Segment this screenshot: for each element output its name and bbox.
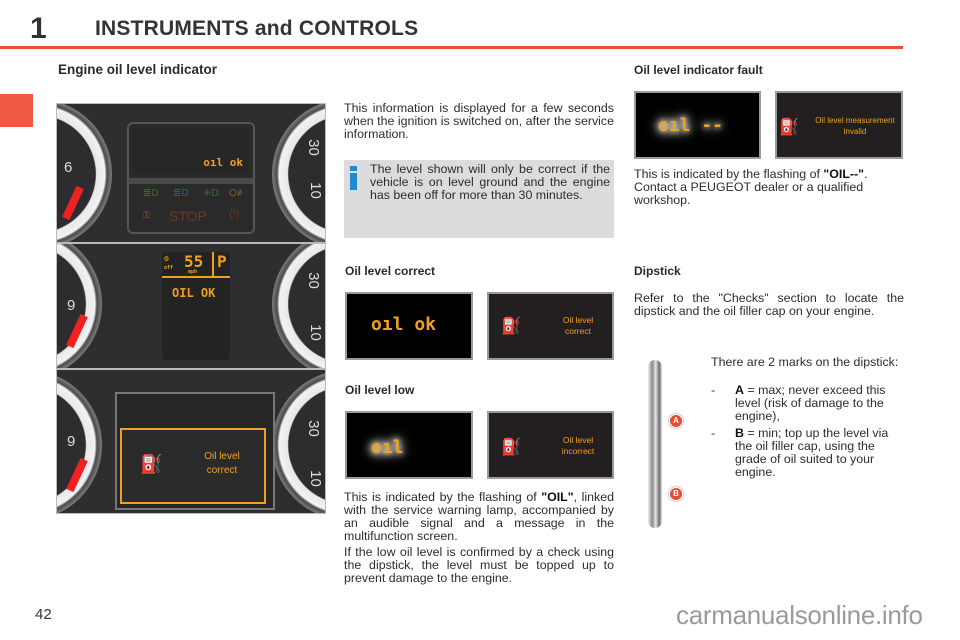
mark-label: A <box>735 383 744 397</box>
high-beam-icon: ≣D <box>173 188 189 199</box>
seatbelt-icon: ⚿ <box>143 210 150 220</box>
rear-fog-icon: O≢ <box>229 188 247 199</box>
gauge-number: 6 <box>67 432 76 449</box>
message-line2: correct <box>565 326 591 336</box>
dipstick-mark-b-item: - B = min; top up the level via the oil … <box>711 427 903 479</box>
gauge-number: 30 <box>304 139 322 156</box>
oil-low-description: This is indicated by the flashing of "OI… <box>344 491 614 543</box>
gauge-number: 30 <box>304 272 322 289</box>
lcd-oil-ok-text: oıl ok <box>371 314 437 335</box>
lcd-panel-oil-low: oıl <box>345 411 473 479</box>
cruise-status: off <box>164 265 174 271</box>
oil-can-icon: ⛽ <box>501 318 521 335</box>
gauge-number: 10 <box>306 324 324 341</box>
brake-warning-icon: (!) <box>229 208 240 220</box>
cluster-image-oil-message: 6 30 10 ⛽ Oil level correct <box>56 369 326 514</box>
gauge-number: 10 <box>306 182 324 199</box>
message-line1: Oil level <box>562 435 594 445</box>
gauge-number: 6 <box>67 296 76 313</box>
message-line1: Oil level <box>204 451 240 462</box>
dipstick-mark-b: B <box>669 487 683 501</box>
lcd-oil-ok: oıl ok <box>203 156 243 169</box>
message-panel-oil-incorrect: ⛽ Oil level incorrect <box>487 411 614 479</box>
bold-text: "OIL--" <box>823 167 865 181</box>
gauge-number: 30 <box>304 420 322 437</box>
header-divider <box>0 46 903 49</box>
text-span: This is indicated by the flashing of <box>634 167 824 181</box>
message-line2: invalid <box>843 127 867 136</box>
message-line1: Oil level measurement <box>815 116 895 125</box>
chapter-title: INSTRUMENTS and CONTROLS <box>95 17 419 40</box>
oil-can-icon: ⛽ <box>501 439 521 456</box>
section-title: Engine oil level indicator <box>58 62 218 77</box>
bold-text: "OIL" <box>541 490 574 504</box>
dipstick-illustration <box>648 360 662 528</box>
cruise-control-icon: ⚙ <box>164 254 169 263</box>
oil-can-icon: ⛽ <box>140 454 163 474</box>
info-icon <box>350 166 358 190</box>
oil-can-icon: ⛽ <box>779 119 799 136</box>
chapter-tab-marker <box>0 94 33 127</box>
lcd-oil-flashing-text: oıl <box>371 437 404 458</box>
oil-fault-title: Oil level indicator fault <box>634 63 763 77</box>
speed-unit: mph <box>188 269 198 275</box>
message-line2: correct <box>206 465 238 476</box>
oil-low-confirmation: If the low oil level is confirmed by a c… <box>344 545 614 585</box>
lcd-panel-oil-fault: oıl -- <box>634 91 761 159</box>
gauge-number: 10 <box>306 470 324 487</box>
headlight-icon: ≣D <box>143 188 159 199</box>
lcd-panel-oil-ok: oıl ok <box>345 292 473 360</box>
message-panel-oil-correct: ⛽ Oil level correct <box>487 292 614 360</box>
dipstick-title: Dipstick <box>634 264 681 278</box>
stop-warning: STOP <box>169 208 207 224</box>
dipstick-mark-a-item: - A = max; never exceed this level (risk… <box>711 384 903 423</box>
gear-indicator: P <box>217 252 227 271</box>
mark-description: = max; never exceed this level (risk of … <box>735 383 886 423</box>
cluster-image-oil-ok-mid: 6 30 10 ⚙ off 55 mph P OIL OK <box>56 243 326 369</box>
intro-text: This information is displayed for a few … <box>344 101 614 141</box>
message-line2: incorrect <box>561 446 595 456</box>
chapter-number: 1 <box>30 12 47 45</box>
watermark-link[interactable]: carmanualsonline.info <box>676 600 923 631</box>
text-span: This is indicated by the flashing of <box>344 490 542 504</box>
fog-light-icon: ✳D <box>203 188 219 199</box>
list-bullet: - <box>711 383 716 397</box>
oil-low-title: Oil level low <box>345 383 415 397</box>
lcd-oil-ok: OIL OK <box>172 286 216 300</box>
page-number: 42 <box>35 606 52 623</box>
lcd-oil-fault-text: oıl -- <box>658 115 724 136</box>
gauge-number: 6 <box>64 159 73 176</box>
oil-fault-description: This is indicated by the flashing of "OI… <box>634 168 904 207</box>
list-bullet: - <box>711 426 716 440</box>
message-panel-oil-invalid: ⛽ Oil level measurement invalid <box>775 91 903 159</box>
dipstick-mark-a: A <box>669 414 683 428</box>
oil-correct-title: Oil level correct <box>345 264 436 278</box>
message-line1: Oil level <box>562 315 594 325</box>
dipstick-marks-intro: There are 2 marks on the dipstick: <box>711 355 899 369</box>
cluster-image-oil-ok-top: 6 30 10 oıl ok ≣D ≣D ✳D O≢ ⚿ STOP (!) <box>56 103 326 243</box>
info-box-text: The level shown will only be correct if … <box>370 162 610 202</box>
mark-description: = min; top up the level via the oil fill… <box>735 426 889 479</box>
mark-label: B <box>735 426 744 440</box>
dipstick-intro: Refer to the "Checks" section to locate … <box>634 291 904 318</box>
